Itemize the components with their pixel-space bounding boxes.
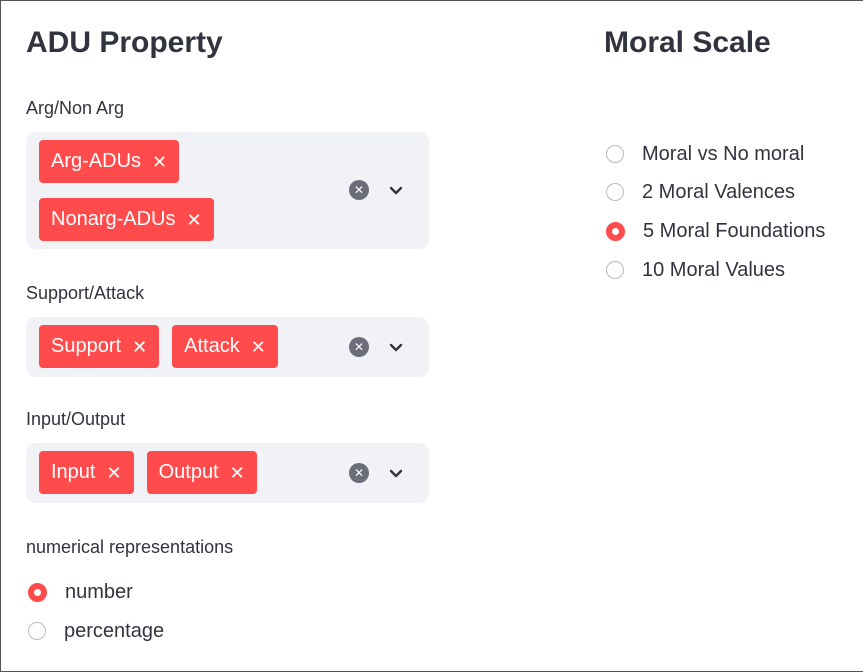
clear-all-icon[interactable]: ✕ [349, 463, 369, 483]
tag-nonarg-adus: Nonarg-ADUs ✕ [39, 198, 214, 241]
tag-input: Input ✕ [39, 451, 134, 494]
tag-support: Support ✕ [39, 325, 160, 368]
tag-attack: Attack ✕ [172, 325, 278, 368]
radio-unselected-icon[interactable] [606, 145, 624, 163]
radio-label: percentage [64, 619, 165, 642]
chevron-down-icon[interactable] [388, 342, 404, 354]
radio-unselected-icon[interactable] [606, 183, 624, 201]
chevron-down-icon[interactable] [388, 185, 404, 197]
close-icon[interactable]: ✕ [251, 338, 266, 356]
close-icon[interactable]: ✕ [230, 464, 245, 482]
radio-selected-icon[interactable] [606, 221, 625, 241]
radio-percentage[interactable]: percentage [28, 616, 164, 646]
radio-unselected-icon[interactable] [606, 261, 624, 279]
radio-5-moral-foundations[interactable]: 5 Moral Foundations [606, 216, 825, 246]
radio-label: number [65, 580, 133, 603]
tag-label: Arg-ADUs [51, 150, 142, 172]
clear-all-icon[interactable]: ✕ [349, 337, 369, 357]
chevron-down-icon[interactable] [388, 468, 404, 480]
tag-arg-adus: Arg-ADUs ✕ [39, 140, 180, 183]
input-output-multiselect[interactable]: Input ✕ Output ✕ ✕ [26, 443, 429, 503]
tag-output: Output ✕ [146, 451, 257, 494]
tag-label: Support [51, 335, 122, 357]
tag-label: Input [51, 461, 96, 483]
radio-label: Moral vs No moral [642, 142, 805, 165]
radio-10-moral-values[interactable]: 10 Moral Values [606, 255, 785, 285]
radio-moral-vs-no-moral[interactable]: Moral vs No moral [606, 139, 804, 169]
tag-label: Output [158, 461, 219, 483]
close-icon[interactable]: ✕ [106, 464, 121, 482]
support-attack-label: Support/Attack [26, 283, 145, 303]
input-output-label: Input/Output [26, 409, 126, 429]
radio-unselected-icon[interactable] [28, 622, 46, 640]
close-icon[interactable]: ✕ [152, 153, 167, 171]
tag-label: Nonarg-ADUs [51, 208, 176, 230]
radio-2-moral-valences[interactable]: 2 Moral Valences [606, 177, 795, 207]
radio-selected-icon[interactable] [28, 582, 47, 602]
arg-nonarg-label: Arg/Non Arg [26, 98, 125, 118]
moral-scale-heading: Moral Scale [604, 26, 771, 59]
adu-property-heading: ADU Property [26, 26, 223, 59]
numerical-representations-label: numerical representations [26, 537, 234, 557]
close-icon[interactable]: ✕ [186, 211, 201, 229]
radio-label: 2 Moral Valences [642, 180, 796, 203]
radio-number[interactable]: number [28, 577, 133, 607]
clear-all-icon[interactable]: ✕ [349, 180, 369, 200]
radio-label: 10 Moral Values [642, 258, 786, 281]
radio-label: 5 Moral Foundations [643, 219, 826, 242]
tag-label: Attack [184, 335, 240, 357]
support-attack-multiselect[interactable]: Support ✕ Attack ✕ ✕ [26, 317, 429, 377]
arg-nonarg-multiselect[interactable]: Arg-ADUs ✕ Nonarg-ADUs ✕ ✕ [26, 132, 429, 249]
close-icon[interactable]: ✕ [132, 338, 147, 356]
